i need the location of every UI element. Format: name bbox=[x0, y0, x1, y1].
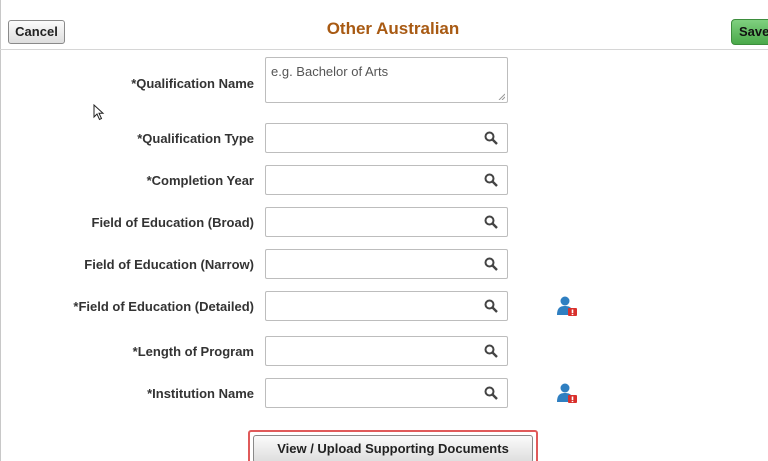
field-of-education-detailed-label: *Field of Education (Detailed) bbox=[73, 299, 254, 314]
qualification-type-field[interactable] bbox=[265, 123, 508, 153]
qualification-type-label: *Qualification Type bbox=[137, 131, 254, 146]
page-title: Other Australian bbox=[326, 19, 460, 38]
left-border bbox=[0, 0, 1, 461]
resize-grip-icon[interactable] bbox=[498, 93, 505, 100]
field-of-education-broad-label: Field of Education (Broad) bbox=[91, 215, 255, 230]
field-of-education-detailed-field[interactable] bbox=[265, 291, 508, 321]
search-icon[interactable] bbox=[484, 173, 498, 187]
app-frame: Cancel Other Australian Save *Qualificat… bbox=[0, 0, 768, 461]
search-icon[interactable] bbox=[484, 257, 498, 271]
qualification-name-placeholder: e.g. Bachelor of Arts bbox=[271, 64, 389, 79]
search-icon[interactable] bbox=[484, 386, 498, 400]
search-icon[interactable] bbox=[484, 215, 498, 229]
field-of-education-narrow-field[interactable] bbox=[265, 249, 508, 279]
length-of-program-label: *Length of Program bbox=[132, 344, 254, 359]
qualification-name-input[interactable]: e.g. Bachelor of Arts bbox=[265, 57, 508, 103]
mouse-cursor-icon bbox=[93, 104, 105, 121]
search-icon[interactable] bbox=[484, 344, 498, 358]
qualification-name-label: *Qualification Name bbox=[131, 76, 254, 91]
view-upload-documents-button[interactable]: View / Upload Supporting Documents bbox=[253, 435, 533, 461]
length-of-program-field[interactable] bbox=[265, 336, 508, 366]
save-button[interactable]: Save bbox=[731, 19, 768, 45]
institution-name-label: *Institution Name bbox=[147, 386, 254, 401]
search-icon[interactable] bbox=[484, 299, 498, 313]
field-of-education-broad-field[interactable] bbox=[265, 207, 508, 237]
institution-name-field[interactable] bbox=[265, 378, 508, 408]
completion-year-label: *Completion Year bbox=[146, 173, 254, 188]
upload-highlight: View / Upload Supporting Documents bbox=[248, 430, 538, 461]
completion-year-field[interactable] bbox=[265, 165, 508, 195]
field-of-education-narrow-label: Field of Education (Narrow) bbox=[84, 257, 254, 272]
page-header: Cancel Other Australian Save bbox=[0, 12, 768, 50]
person-info-icon[interactable] bbox=[556, 295, 578, 317]
person-info-icon[interactable] bbox=[556, 382, 578, 404]
cancel-button[interactable]: Cancel bbox=[8, 20, 65, 44]
search-icon[interactable] bbox=[484, 131, 498, 145]
